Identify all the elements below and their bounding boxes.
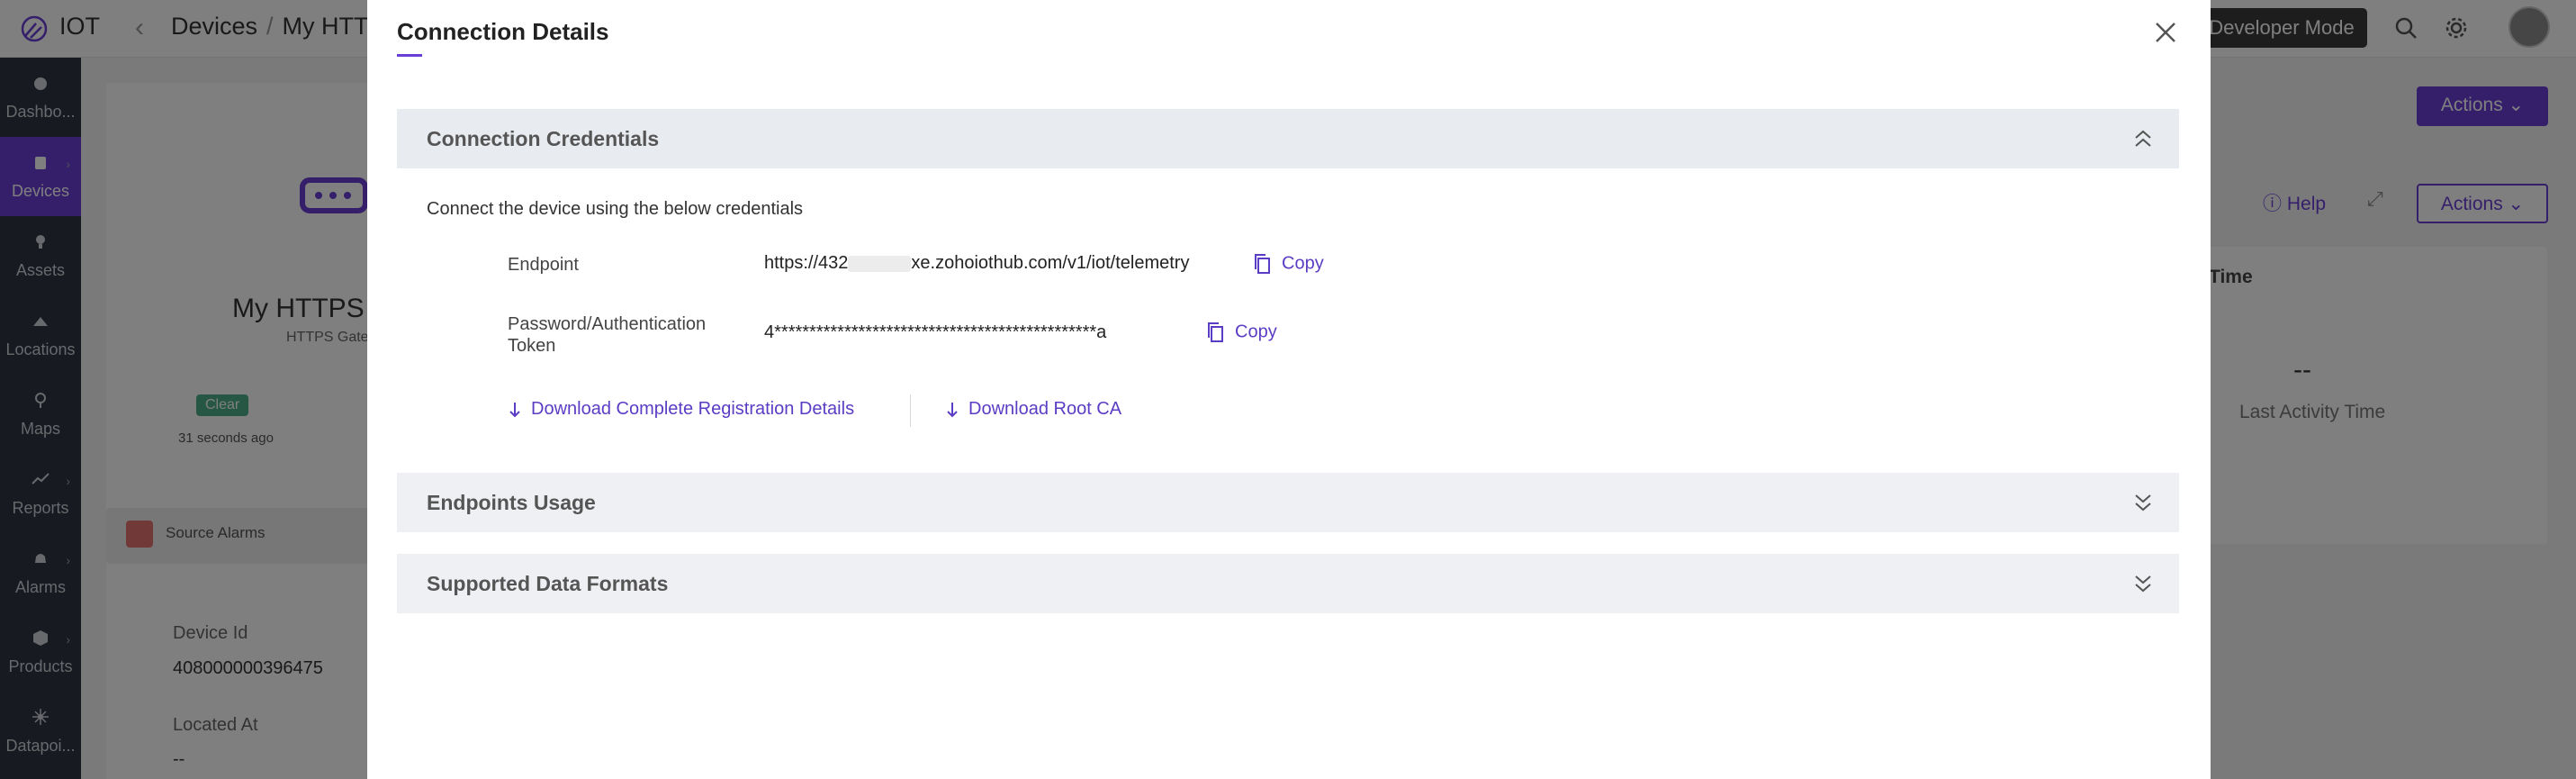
download-arrow-icon <box>509 402 520 418</box>
token-label-line2: Token <box>508 336 556 356</box>
endpoint-label: Endpoint <box>508 255 579 275</box>
copy-label: Copy <box>1235 322 1277 342</box>
copy-token-button[interactable]: Copy <box>1206 322 1277 343</box>
credentials-intro: Connect the device using the below crede… <box>427 199 804 219</box>
modal-title: Connection Details <box>397 18 609 45</box>
token-label-line1: Password/Authentication <box>508 314 707 334</box>
endpoints-usage-header[interactable]: Endpoints Usage <box>397 473 2179 532</box>
copy-icon <box>1255 254 1270 274</box>
endpoint-value-suffix: xe.zohoiothub.com/v1/iot/telemetry <box>911 253 1190 273</box>
chevron-double-up-icon[interactable] <box>2132 127 2154 150</box>
connection-details-modal: Connection Details Connection Credential… <box>367 0 2211 779</box>
chevron-double-down-icon[interactable] <box>2132 491 2154 514</box>
supported-data-formats-title: Supported Data Formats <box>427 572 669 595</box>
download-arrow-icon <box>947 402 958 418</box>
connection-credentials-header[interactable]: Connection Credentials <box>397 109 2179 168</box>
endpoints-usage-title: Endpoints Usage <box>427 491 596 514</box>
chevron-double-down-icon[interactable] <box>2132 572 2154 595</box>
token-value: 4***************************************… <box>764 322 1107 342</box>
download-registration-label: Download Complete Registration Details <box>531 399 855 419</box>
endpoint-value-prefix: https://432 <box>764 253 849 273</box>
token-label: Password/Authentication Token <box>508 313 706 357</box>
download-registration-details-link[interactable]: Download Complete Registration Details <box>508 399 854 420</box>
endpoint-value: https://432 xe.zohoiothub.com/v1/iot/tele… <box>764 253 1189 274</box>
supported-data-formats-header[interactable]: Supported Data Formats <box>397 554 2179 613</box>
connection-credentials-title: Connection Credentials <box>427 127 660 150</box>
close-icon[interactable] <box>2149 16 2182 49</box>
redacted-mask <box>848 255 912 272</box>
download-separator <box>910 394 911 427</box>
copy-icon <box>1208 322 1223 342</box>
download-root-ca-link[interactable]: Download Root CA <box>945 399 1121 420</box>
title-underline <box>397 54 422 57</box>
copy-endpoint-button[interactable]: Copy <box>1253 253 1324 275</box>
download-root-ca-label: Download Root CA <box>968 399 1122 419</box>
copy-label: Copy <box>1282 253 1324 274</box>
